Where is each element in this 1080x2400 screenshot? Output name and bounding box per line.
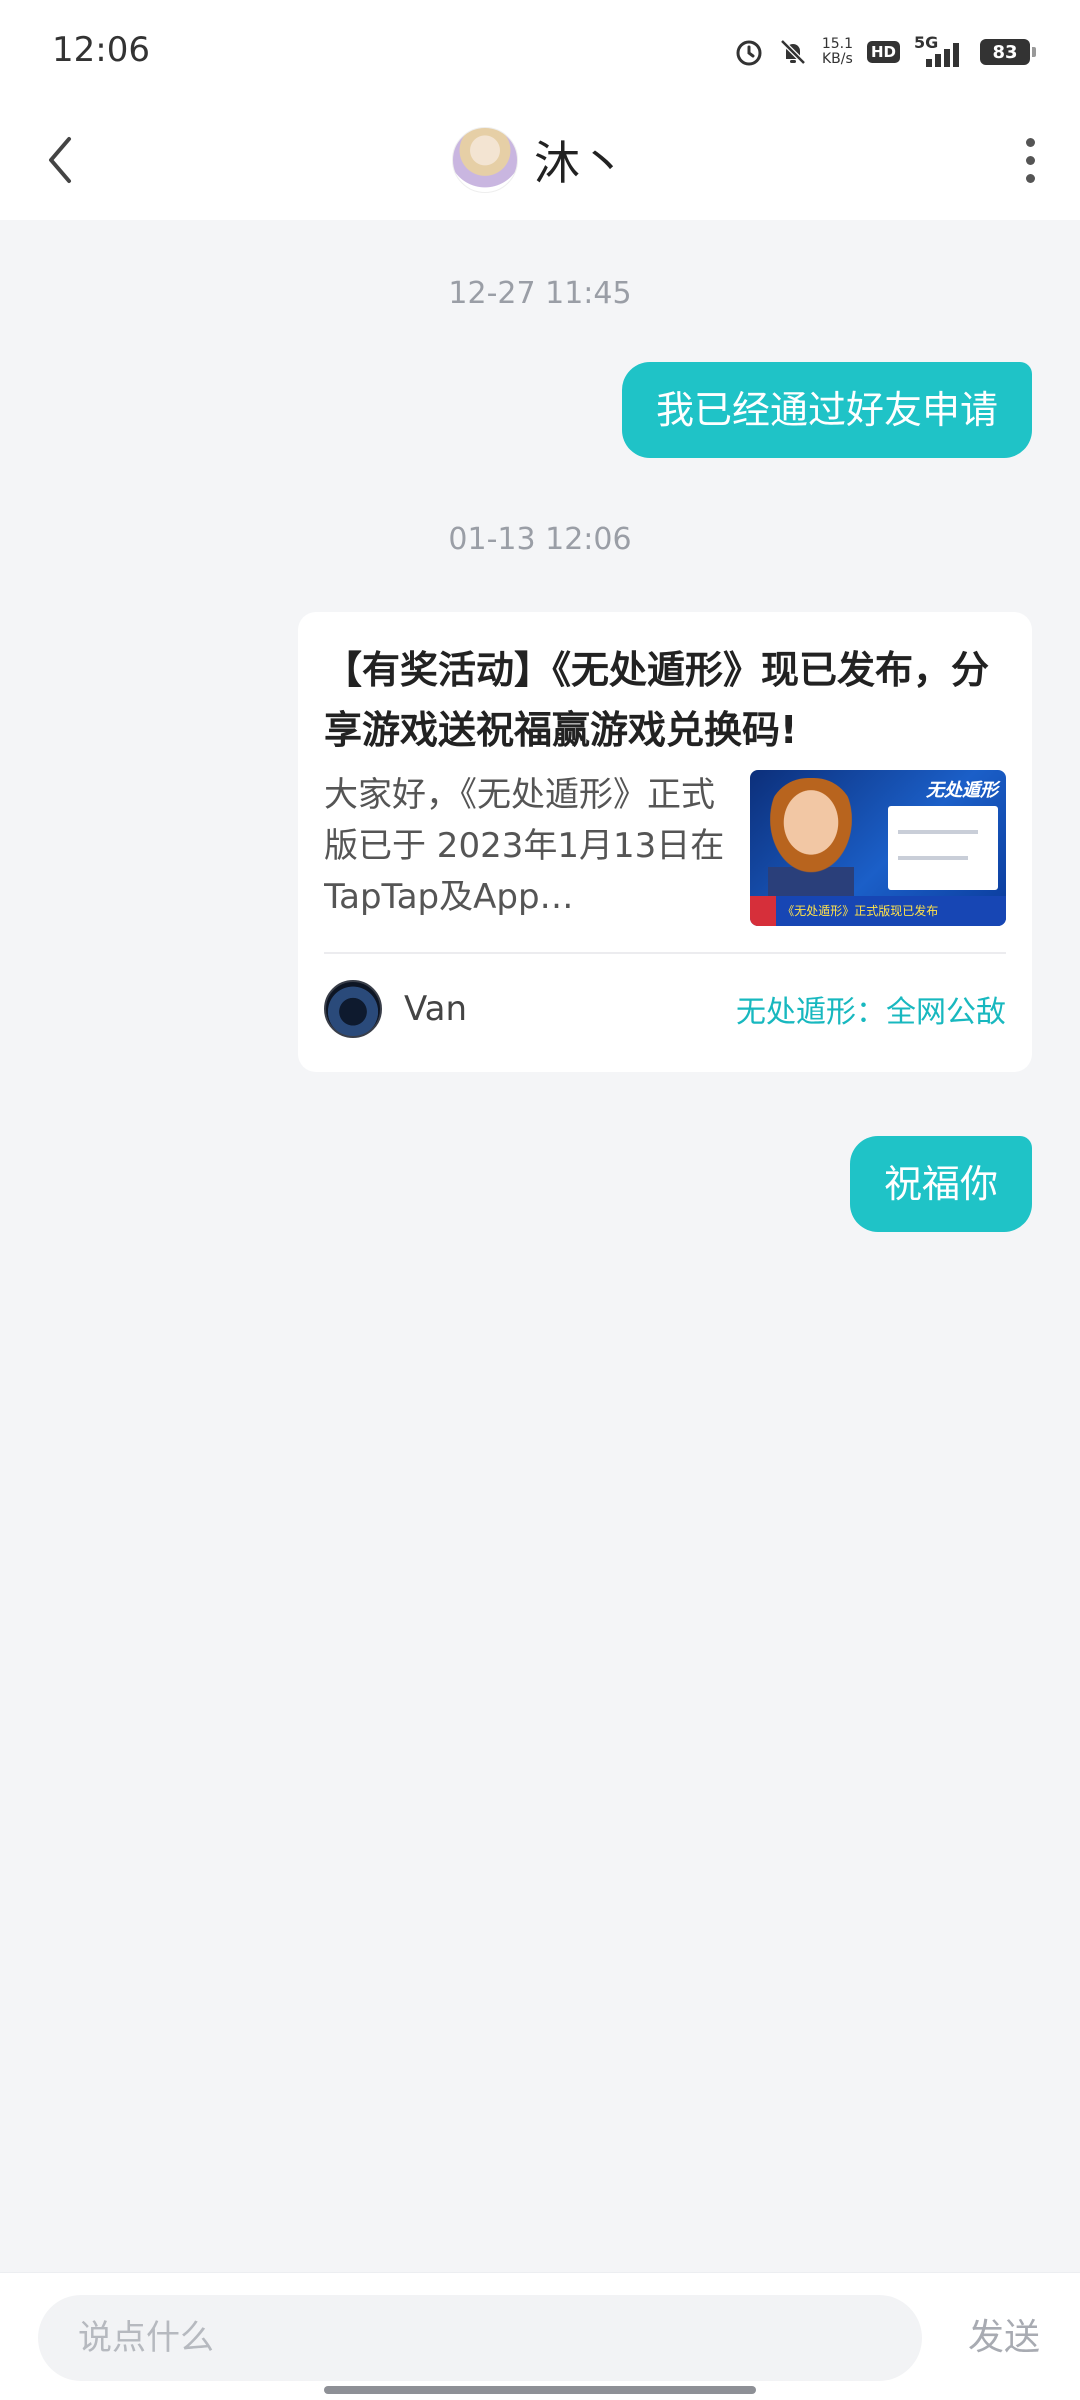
more-dot-icon: [1025, 155, 1035, 165]
chevron-left-icon: [49, 137, 71, 183]
chat-header: 沐丶: [0, 100, 1080, 220]
message-timestamp: 12-27 11:45: [448, 276, 632, 311]
message-input[interactable]: [38, 2295, 922, 2381]
input-bar: 发送: [0, 2272, 1080, 2400]
battery-icon: 83: [980, 39, 1036, 65]
post-description: 大家好，《无处遁形》正式版已于 2023年1月13日在TapTap及App…: [324, 775, 725, 917]
post-thumbnail: 无处遁形 《无处遁形》正式版现已发布: [750, 770, 1006, 926]
home-indicator[interactable]: [324, 2386, 756, 2394]
author-avatar[interactable]: [324, 980, 382, 1038]
more-dot-icon: [1025, 173, 1035, 183]
thumbnail-tag: 无处遁形: [926, 780, 998, 801]
status-bar: 12:06 15.1 KB/s HD 5G 83: [0, 0, 1080, 100]
post-title: 【有奖活动】《无处遁形》现已发布，分享游戏送祝福赢游戏兑换码!: [324, 648, 990, 752]
message-timestamp: 01-13 12:06: [448, 522, 632, 557]
signal-5g-icon: 5G: [914, 33, 966, 69]
outgoing-message[interactable]: 祝福你: [849, 1136, 1032, 1232]
outgoing-message[interactable]: 我已经通过好友申请: [621, 362, 1032, 458]
alarm-icon: [736, 40, 762, 66]
status-time: 12:06: [52, 30, 150, 70]
post-body: 大家好，《无处遁形》正式版已于 2023年1月13日在TapTap及App… 无…: [324, 770, 1006, 926]
send-button[interactable]: 发送: [968, 2295, 1040, 2381]
mute-bell-icon: [780, 39, 806, 65]
author-name[interactable]: Van: [404, 989, 467, 1029]
hd-badge: HD: [866, 41, 900, 63]
shared-post-card[interactable]: 【有奖活动】《无处遁形》现已发布，分享游戏送祝福赢游戏兑换码! 大家好，《无处遁…: [298, 612, 1032, 1072]
contact-info[interactable]: 沐丶: [452, 110, 626, 210]
net-speed: 15.1 KB/s: [821, 36, 853, 67]
game-link[interactable]: 无处遁形：全网公敌: [736, 987, 1006, 1031]
contact-name: 沐丶: [534, 136, 626, 190]
status-icons: 15.1 KB/s HD 5G 83: [734, 32, 1036, 72]
contact-avatar[interactable]: [452, 127, 518, 193]
thumbnail-screen: [888, 806, 999, 890]
more-dot-icon: [1025, 137, 1035, 147]
thumbnail-banner: 《无处遁形》正式版现已发布: [750, 896, 1006, 926]
back-button[interactable]: [30, 122, 90, 198]
card-footer: Van 无处遁形：全网公敌: [324, 954, 1006, 1064]
more-options-button[interactable]: [1000, 122, 1060, 198]
